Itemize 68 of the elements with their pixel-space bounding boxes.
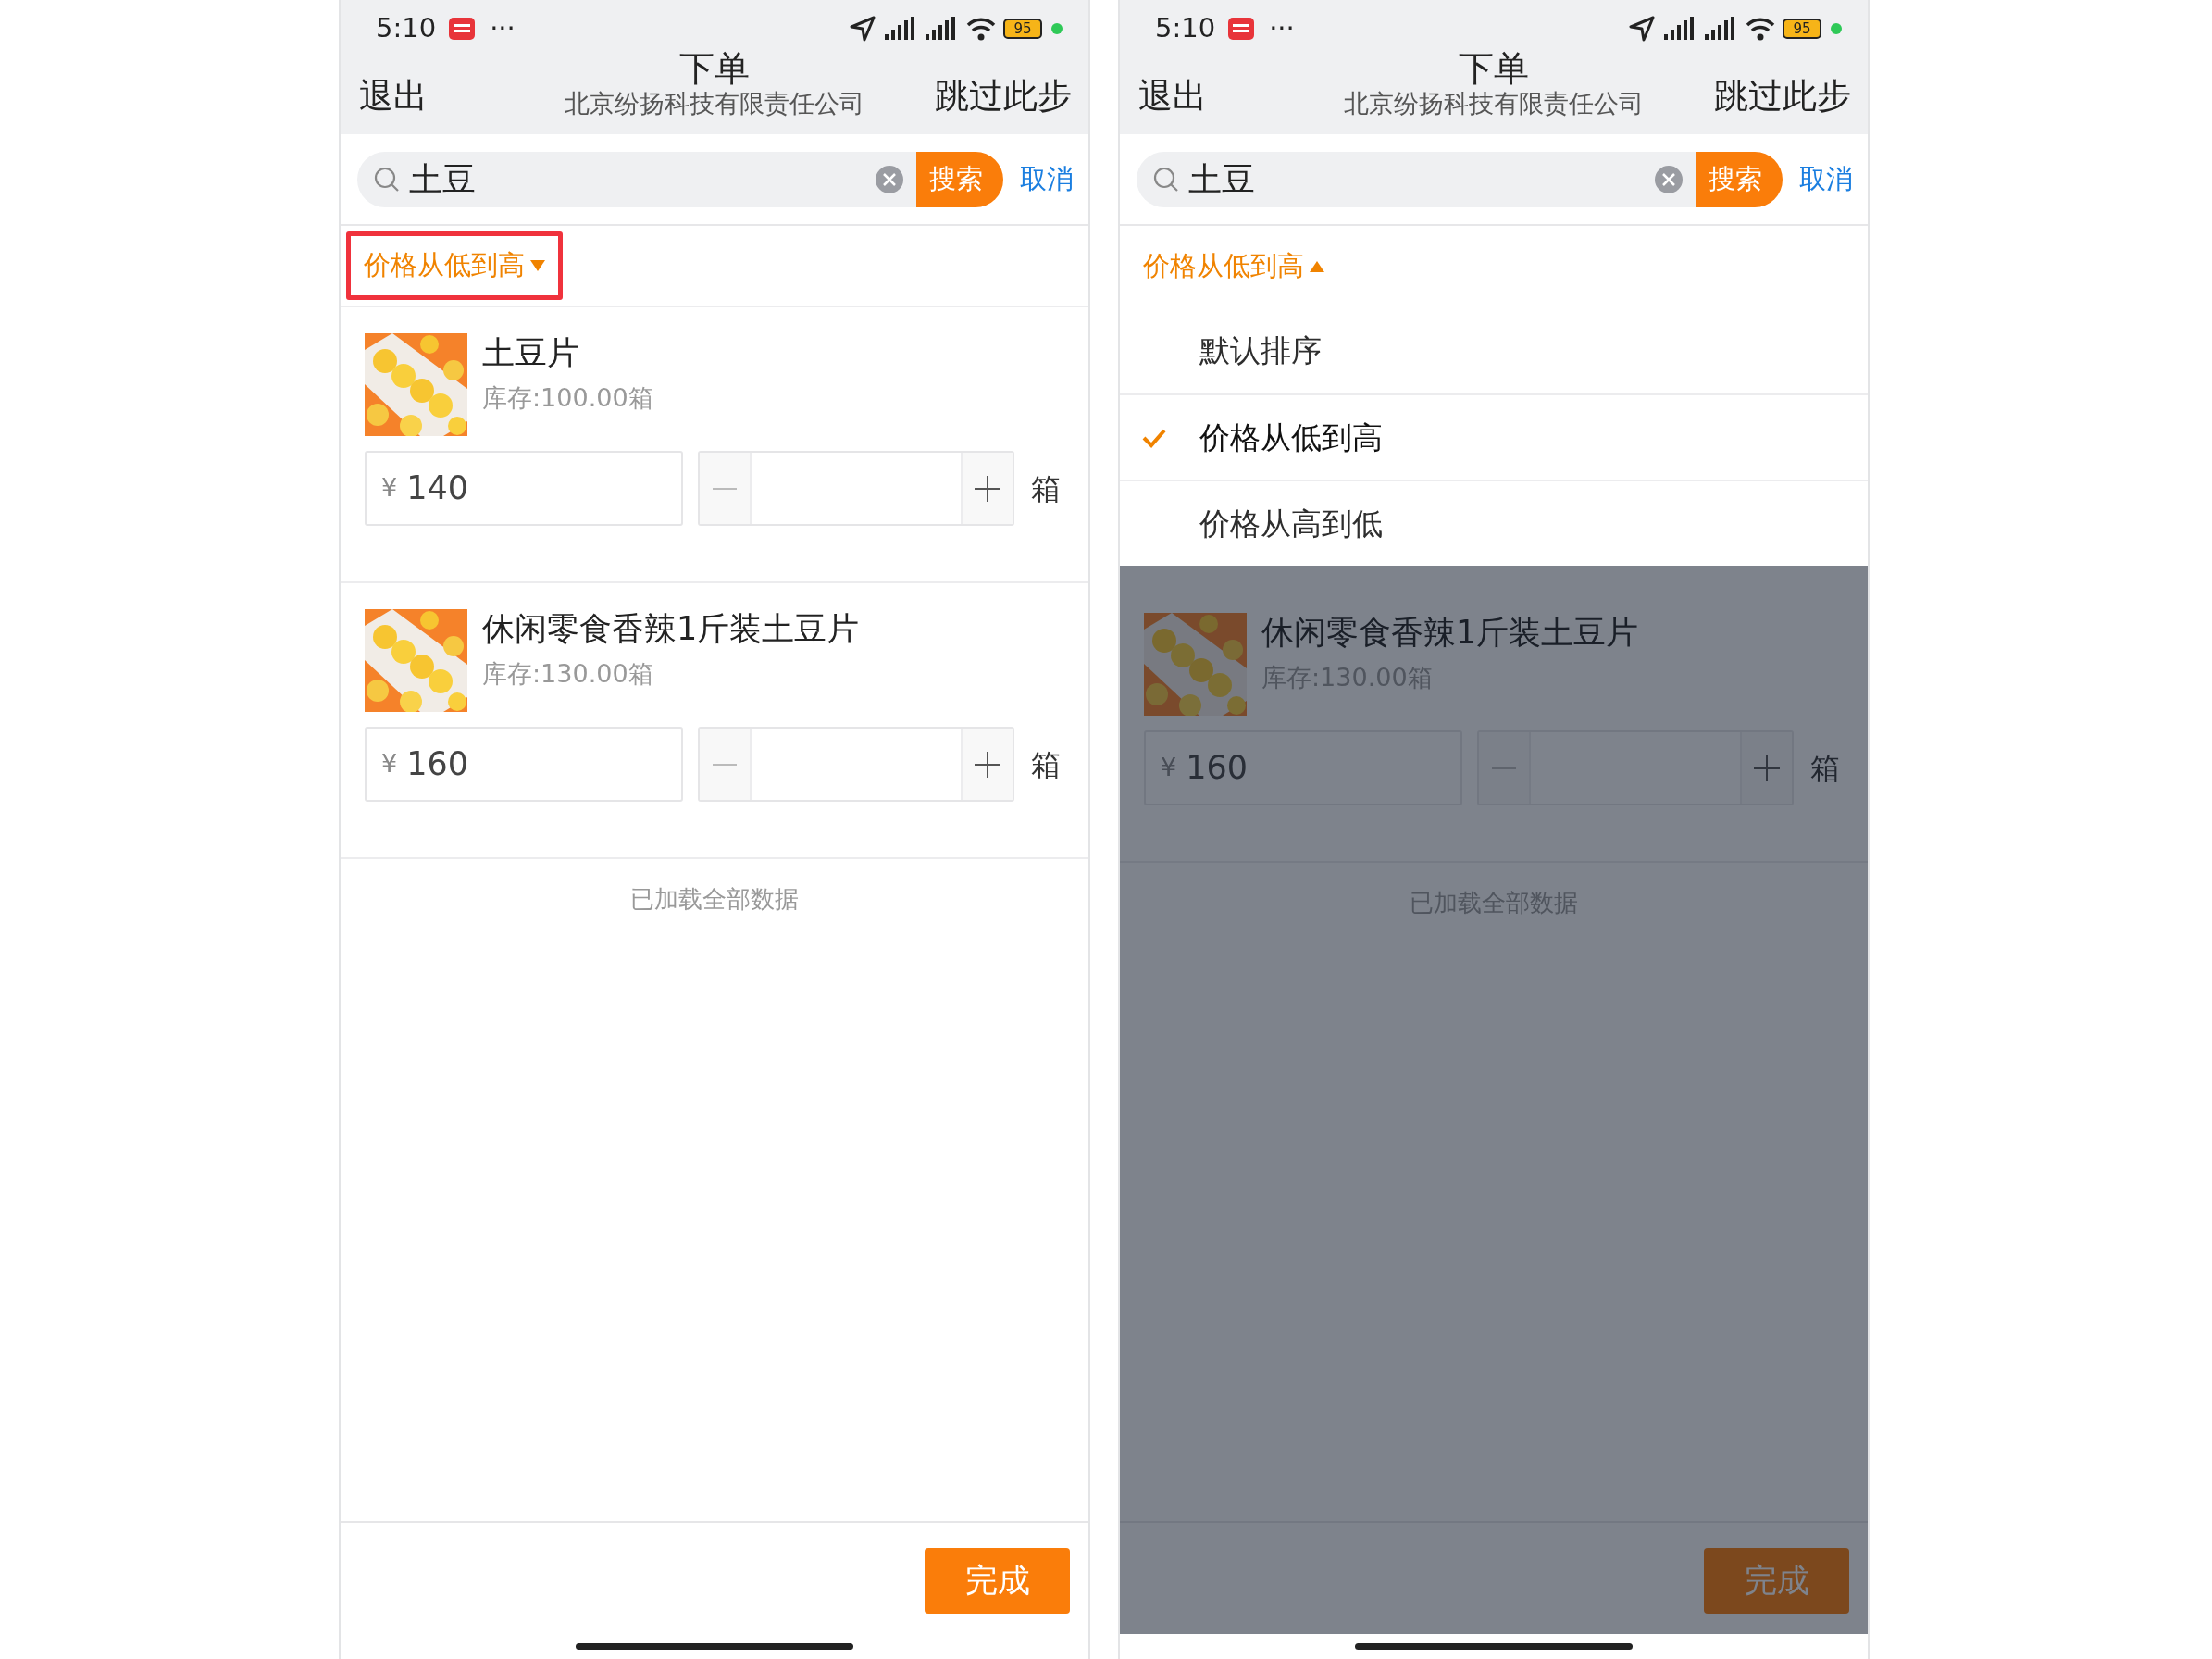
caret-down-icon (530, 258, 545, 273)
product-name: 休闲零食香辣1斤装土豆片 (1261, 613, 1639, 652)
price-field[interactable]: ¥ 160 (1144, 730, 1462, 805)
plus-icon (975, 751, 1000, 778)
company-name: 北京纷扬科技有限责任公司 (1344, 88, 1644, 119)
stock-text: 库存:100.00箱 (482, 382, 653, 414)
cancel-button[interactable]: 取消 (1799, 158, 1853, 200)
page-title: 下单 (1459, 50, 1529, 89)
search-input[interactable]: 土豆 (1188, 154, 1646, 205)
quantity-field[interactable] (750, 729, 963, 800)
price-field[interactable]: ¥ 140 (365, 451, 683, 526)
exit-button[interactable]: 退出 (359, 69, 428, 122)
app-badge-icon (1228, 18, 1255, 40)
battery-level: 95 (1003, 19, 1042, 39)
status-message: 已加载全部数据 (629, 884, 800, 915)
search-field[interactable]: 土豆 (1137, 151, 1696, 207)
status-time: 5:10 (376, 11, 437, 46)
cancel-button[interactable]: 取消 (1020, 158, 1074, 200)
more-dots: ··· (1269, 11, 1295, 46)
wifi-icon (1746, 17, 1775, 41)
stock-text: 库存:130.00箱 (482, 658, 654, 690)
unit-label: 箱 (1031, 469, 1061, 508)
skip-button[interactable]: 跳过此步 (1714, 69, 1851, 122)
more-dots: ··· (490, 11, 516, 46)
company-name: 北京纷扬科技有限责任公司 (565, 88, 864, 119)
clear-icon (1655, 165, 1683, 193)
unit-label: 箱 (1810, 749, 1840, 788)
product-name: 土豆片 (482, 333, 580, 372)
signal-icon (883, 16, 916, 42)
product-name: 休闲零食香辣1斤装土豆片 (482, 609, 860, 648)
check-icon (1142, 427, 1166, 448)
sort-option[interactable]: 价格从低到高 (1120, 393, 1868, 480)
plus-button[interactable] (963, 453, 1013, 524)
search-input[interactable]: 土豆 (409, 154, 866, 205)
minus-button[interactable] (700, 729, 750, 800)
plus-button[interactable] (963, 729, 1013, 800)
status-dot-icon (1831, 23, 1842, 34)
wifi-icon (966, 17, 996, 41)
price-input[interactable]: 160 (406, 740, 592, 789)
exit-button[interactable]: 退出 (1138, 69, 1207, 122)
price-input[interactable]: 160 (1186, 743, 1372, 792)
quantity-field[interactable] (750, 453, 963, 524)
plus-icon (975, 475, 1000, 502)
app-badge-icon (449, 18, 476, 40)
signal-icon (924, 16, 957, 42)
minus-button[interactable] (700, 453, 750, 524)
signal-icon (1662, 16, 1696, 42)
price-field[interactable]: ¥ 160 (365, 727, 683, 802)
plus-icon (1754, 755, 1780, 781)
signal-icon (1703, 16, 1736, 42)
skip-button[interactable]: 跳过此步 (935, 69, 1072, 122)
unit-label: 箱 (1031, 745, 1061, 784)
location-arrow-icon (1629, 16, 1655, 42)
page-title: 下单 (679, 50, 750, 89)
clear-icon (876, 165, 903, 193)
search-icon (374, 166, 400, 193)
sort-option[interactable]: 默认排序 (1120, 307, 1868, 393)
status-time: 5:10 (1155, 11, 1216, 46)
caret-up-icon (1310, 259, 1324, 274)
search-field[interactable]: 土豆 (357, 151, 916, 207)
status-dot-icon (1051, 23, 1063, 34)
search-icon (1153, 166, 1179, 193)
home-indicator[interactable] (576, 1643, 853, 1650)
price-input[interactable]: 140 (406, 464, 592, 513)
battery-level: 95 (1783, 19, 1821, 39)
location-arrow-icon (850, 16, 876, 42)
home-indicator[interactable] (1355, 1643, 1633, 1650)
sort-option[interactable]: 价格从高到低 (1120, 480, 1868, 566)
